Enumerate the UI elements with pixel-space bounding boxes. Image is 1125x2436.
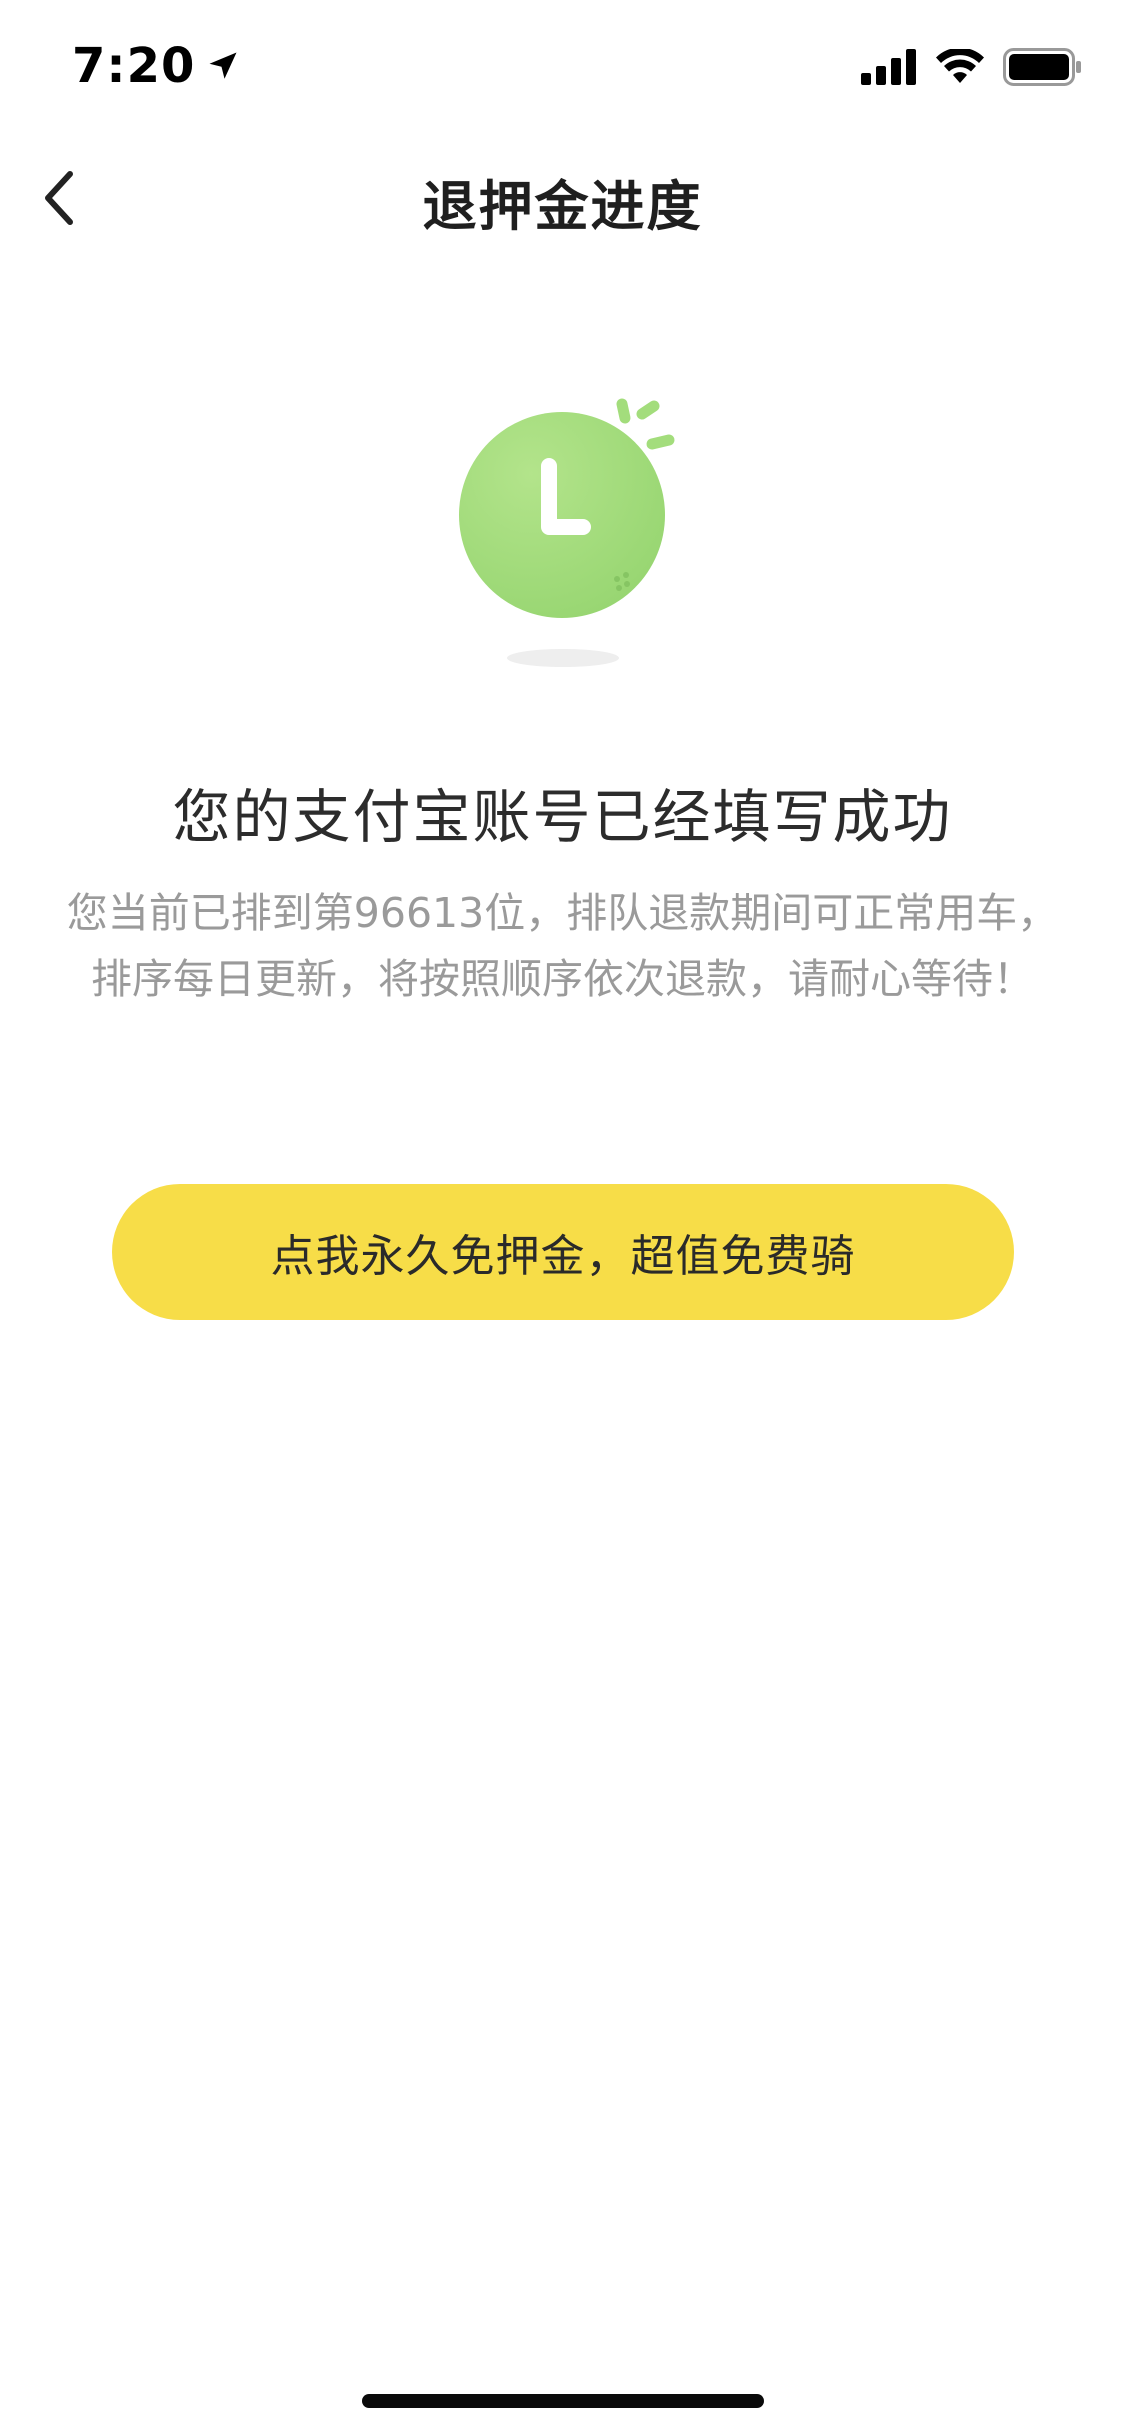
free-deposit-button[interactable]: 点我永久免押金，超值免费骑 <box>112 1184 1014 1320</box>
clock-shadow <box>507 649 619 667</box>
success-headline: 您的支付宝账号已经填写成功 <box>172 783 953 851</box>
wifi-icon <box>936 49 984 83</box>
battery-icon <box>1003 48 1081 86</box>
refund-progress-screen: 7:20 退押金进度 您的支付宝账号已经填写成功 您当前已排到第96613位，排… <box>0 0 1125 2436</box>
page-title: 退押金进度 <box>422 175 703 238</box>
description-line-1: 您当前已排到第96613位，排队退款期间可正常用车， <box>66 889 1059 937</box>
status-time-group: 7:20 <box>72 38 241 94</box>
clock-icon <box>459 412 665 618</box>
location-arrow-icon <box>209 52 237 79</box>
clock-illustration <box>459 398 675 667</box>
queue-description: 您当前已排到第96613位，排队退款期间可正常用车， 排序每日更新，将按照顺序依… <box>50 880 1075 1012</box>
status-indicators <box>861 48 1083 86</box>
status-time: 7:20 <box>72 38 196 94</box>
status-bar: 7:20 <box>0 0 1125 132</box>
cellular-signal-icon <box>861 49 916 85</box>
nav-bar: 退押金进度 <box>0 132 1125 264</box>
description-line-2: 排序每日更新，将按照顺序依次退款，请耐心等待！ <box>91 955 1034 1003</box>
home-indicator[interactable] <box>362 2394 764 2408</box>
